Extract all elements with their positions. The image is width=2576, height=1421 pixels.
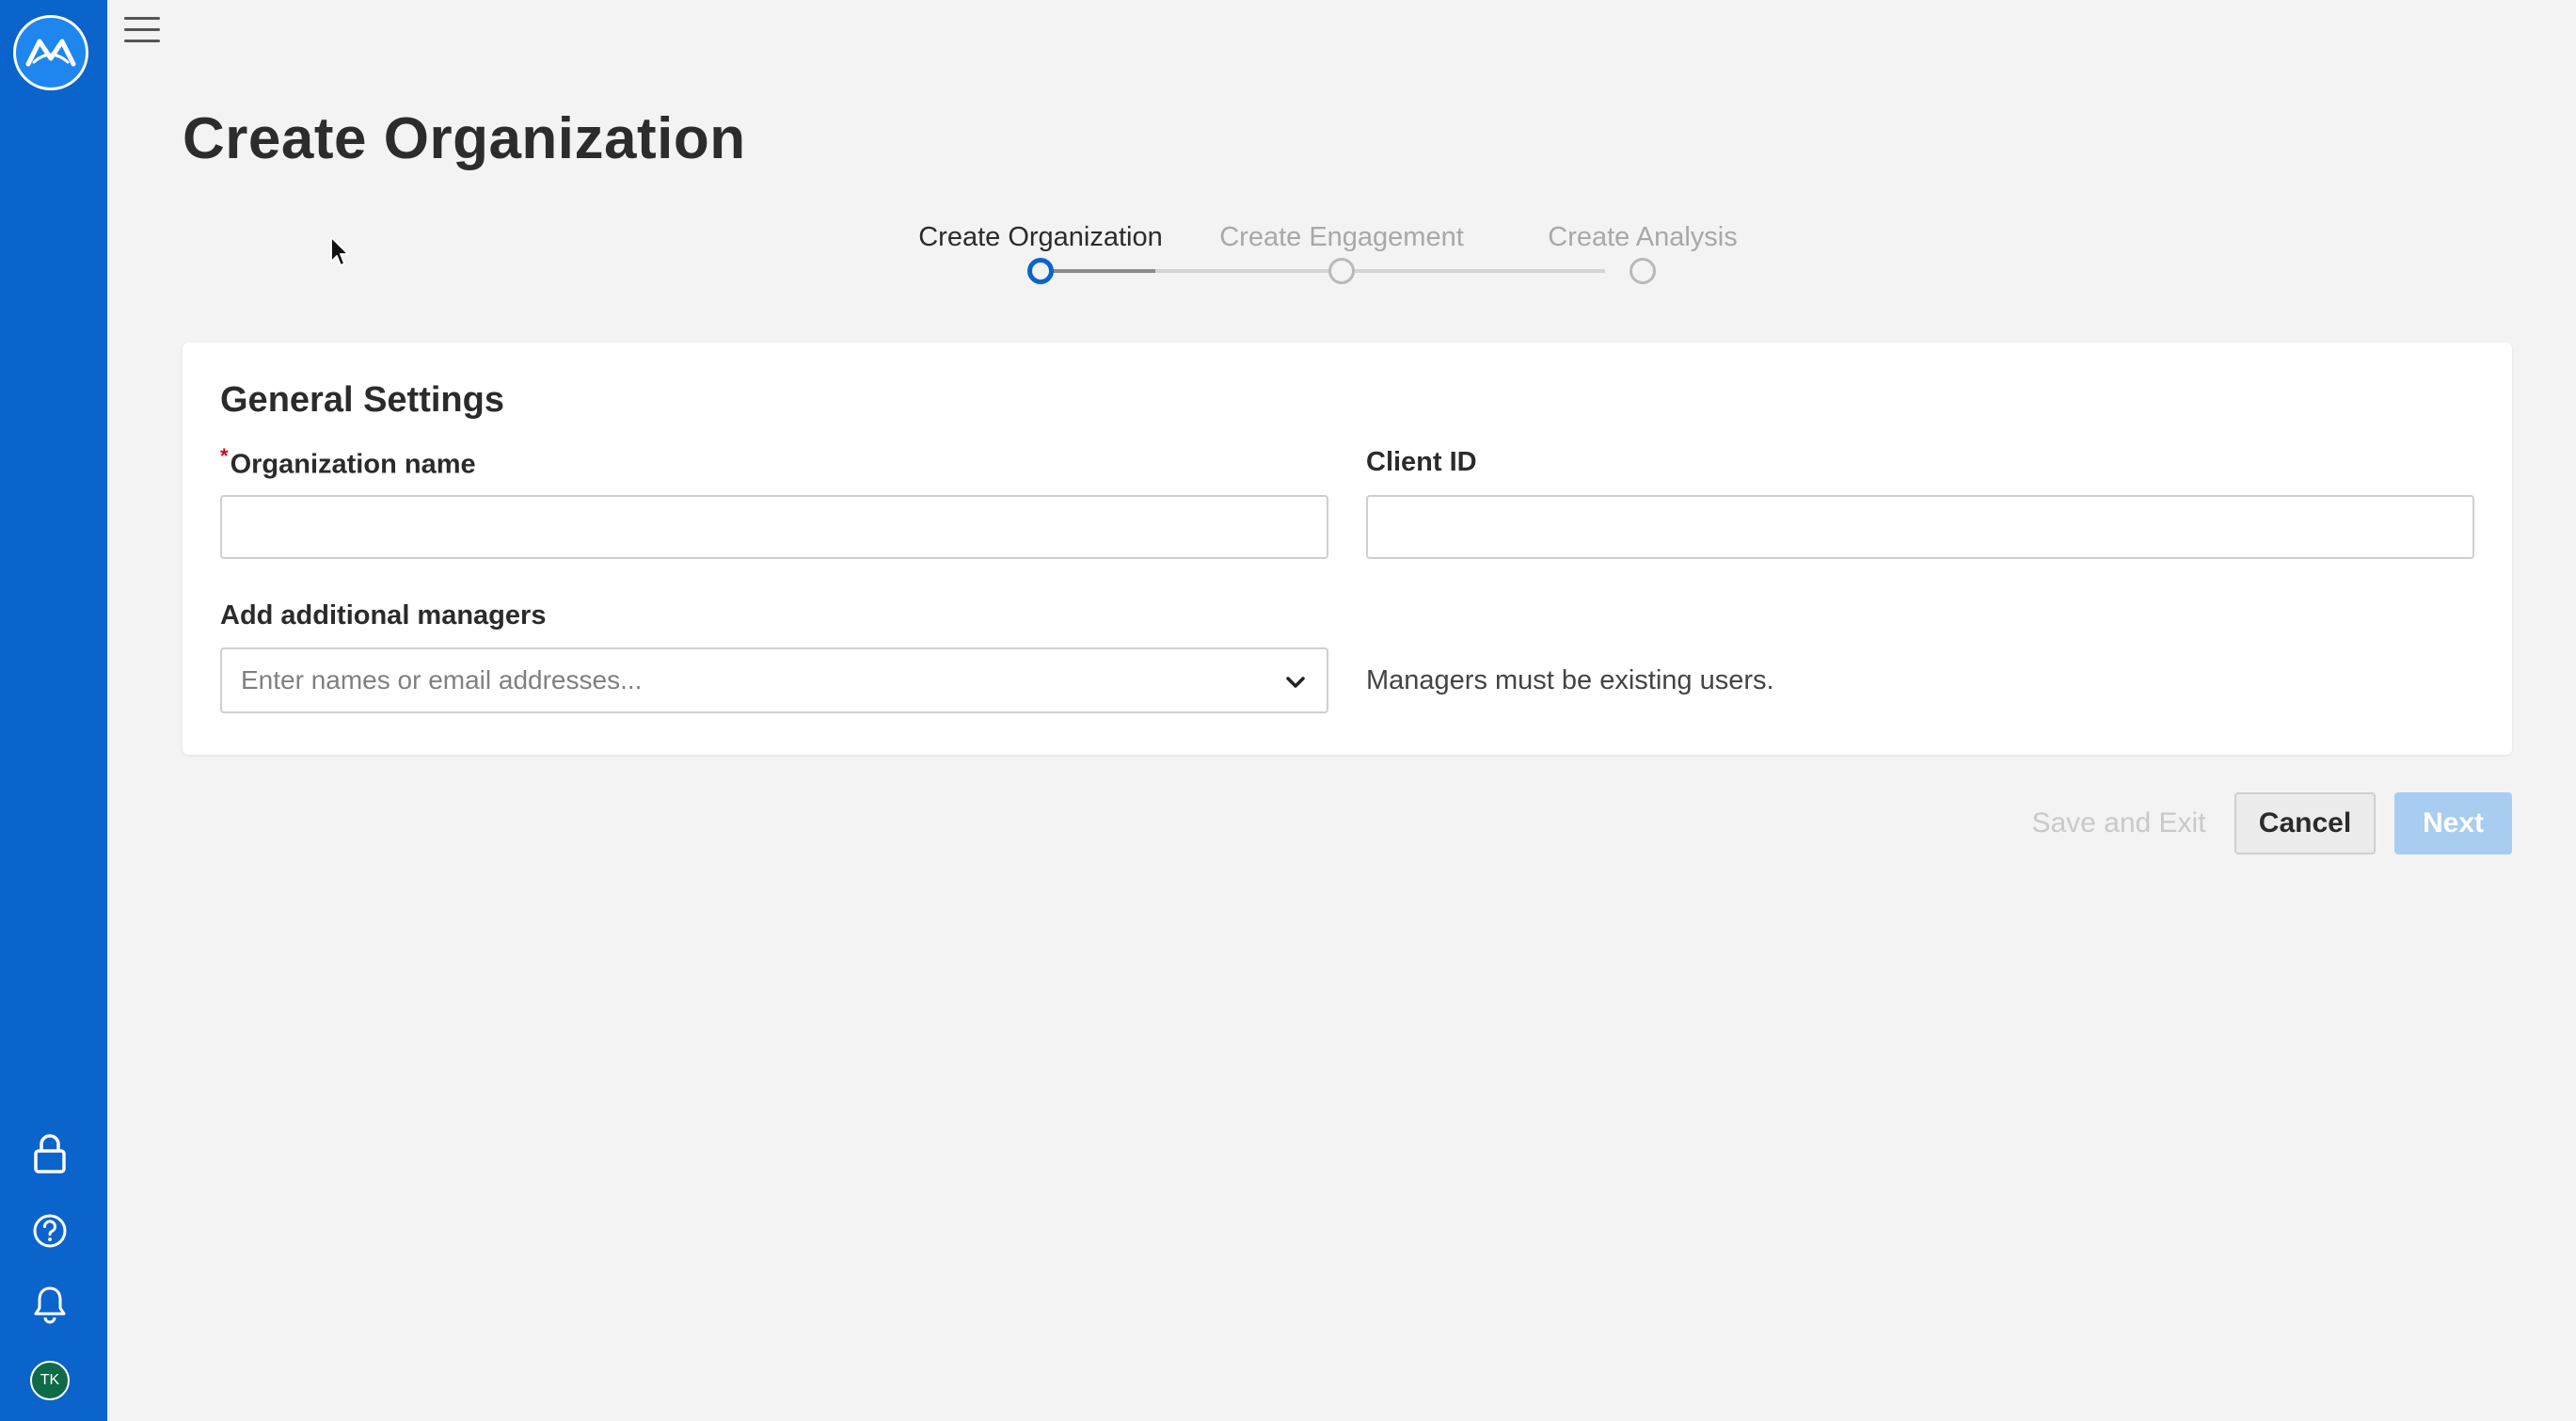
step-connector	[1041, 269, 1155, 273]
managers-hint: Managers must be existing users.	[1366, 665, 1774, 695]
sidebar: TK	[0, 0, 107, 1421]
save-and-exit-button[interactable]: Save and Exit	[2015, 792, 2222, 854]
client-id-input[interactable]	[1366, 495, 2474, 559]
page-title: Create Organization	[183, 106, 746, 171]
step-connector	[1455, 269, 1605, 273]
org-name-label: *Organization name	[220, 444, 476, 480]
managers-input[interactable]	[222, 649, 1257, 711]
section-title: General Settings	[220, 380, 504, 420]
client-id-label: Client ID	[1366, 447, 1477, 477]
step-3-indicator	[1630, 258, 1656, 284]
step-3-label: Create Analysis	[1548, 222, 1738, 252]
step-2-label: Create Engagement	[1219, 222, 1464, 252]
managers-select[interactable]	[220, 647, 1328, 713]
managers-label: Add additional managers	[220, 600, 547, 631]
next-button[interactable]: Next	[2394, 792, 2512, 854]
step-1-label[interactable]: Create Organization	[918, 222, 1163, 253]
stepper: Create Organization Create Engagement Cr…	[903, 216, 1750, 292]
logo-icon[interactable]	[13, 15, 88, 90]
menu-icon[interactable]	[124, 13, 162, 45]
avatar[interactable]: TK	[30, 1361, 70, 1400]
avatar-initials: TK	[40, 1372, 60, 1388]
cancel-button[interactable]: Cancel	[2234, 792, 2376, 854]
help-icon[interactable]	[25, 1206, 74, 1255]
org-name-input[interactable]	[220, 495, 1328, 559]
step-connector	[1155, 269, 1455, 273]
bell-icon[interactable]	[25, 1280, 74, 1329]
step-2-indicator	[1328, 258, 1355, 284]
step-1-indicator[interactable]	[1027, 258, 1054, 284]
general-settings-card: General Settings *Organization name Clie…	[183, 343, 2512, 755]
lock-icon[interactable]	[25, 1129, 74, 1178]
required-marker: *	[220, 444, 229, 468]
mouse-cursor-icon	[330, 236, 349, 266]
chevron-down-icon[interactable]	[1281, 668, 1310, 696]
